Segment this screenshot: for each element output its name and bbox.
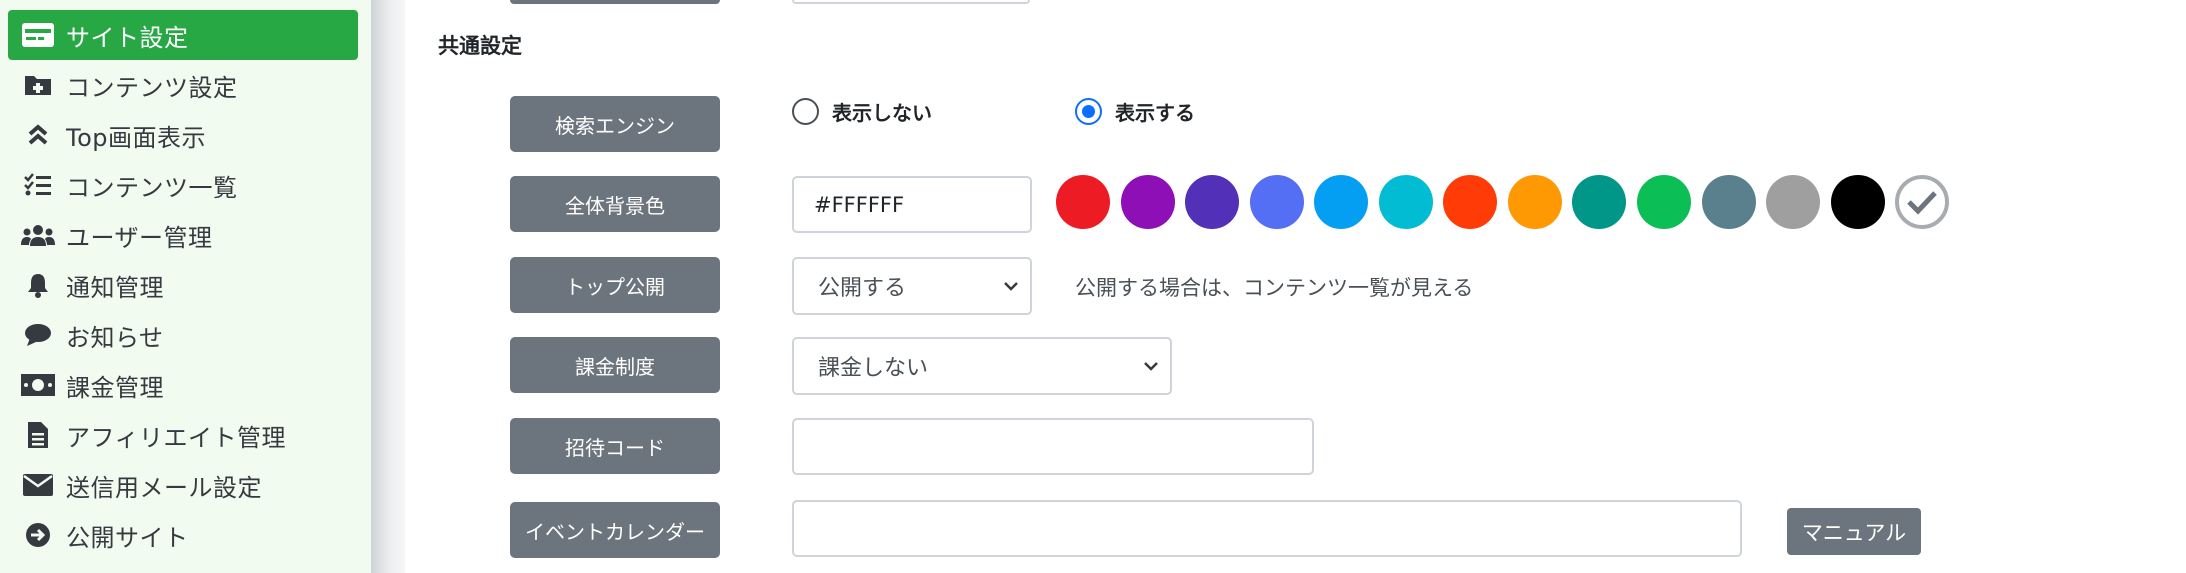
event-calendar-label: イベントカレンダー [510,502,720,558]
double-chevron-up-icon [20,119,56,151]
sidebar-item-public-site[interactable]: 公開サイト [8,510,358,560]
color-swatch-deep-purple[interactable] [1185,175,1239,229]
sidebar-item-billing-management[interactable]: 課金管理 [8,360,358,410]
color-swatch-orange-red[interactable] [1443,175,1497,229]
color-swatch-teal[interactable] [1572,175,1626,229]
event-calendar-input[interactable] [792,500,1742,557]
color-swatch-indigo[interactable] [1250,175,1304,229]
sidebar-item-content-settings[interactable]: コンテンツ設定 [8,60,358,110]
envelope-icon [20,469,56,501]
color-swatch-blue[interactable] [1314,175,1368,229]
color-swatch-white-selected[interactable] [1895,175,1949,229]
sidebar-item-label: Top画面表示 [66,123,206,152]
radio-hide-label: 表示しない [832,101,932,125]
top-publish-select[interactable]: 公開する [792,257,1032,315]
sidebar-item-notification-management[interactable]: 通知管理 [8,260,358,310]
sidebar-item-site-settings[interactable]: サイト設定 [8,10,358,60]
radio-show-circle[interactable] [1075,98,1102,125]
radio-hide[interactable]: 表示しない [792,97,932,126]
previous-field-input[interactable] [792,0,1030,4]
money-icon [20,369,56,401]
color-swatch-blue-gray[interactable] [1702,175,1756,229]
sidebar-divider [371,0,405,573]
sidebar-item-user-management[interactable]: ユーザー管理 [8,210,358,260]
main-content: 共通設定 検索エンジン 表示しない 表示する 全体背景色 #FFFFFF トップ… [405,0,2186,573]
folder-plus-icon [20,69,56,101]
sidebar-item-label: 課金管理 [66,373,164,402]
sidebar-item-label: 公開サイト [66,523,189,552]
checklist-icon [20,169,56,201]
color-swatch-orange[interactable] [1508,175,1562,229]
arrow-circle-right-icon [20,519,56,551]
chevron-down-icon [1144,362,1158,371]
radio-show[interactable]: 表示する [1075,97,1195,126]
top-publish-select-value: 公開する [818,276,907,301]
radio-show-label: 表示する [1115,101,1195,125]
background-color-label: 全体背景色 [510,176,720,232]
sidebar-item-label: 送信用メール設定 [66,473,262,502]
billing-label: 課金制度 [510,337,720,393]
previous-field-label [510,0,720,4]
sidebar-item-label: コンテンツ一覧 [66,173,238,202]
invite-code-label: 招待コード [510,418,720,474]
top-publish-label: トップ公開 [510,257,720,313]
color-swatch-cyan[interactable] [1379,175,1433,229]
sidebar-item-label: 通知管理 [66,273,164,302]
color-swatch-purple[interactable] [1121,175,1175,229]
sidebar-item-label: サイト設定 [66,23,189,52]
color-swatch-green[interactable] [1637,175,1691,229]
chevron-down-icon [1004,282,1018,291]
sidebar: サイト設定 コンテンツ設定 Top画面表示 コンテンツ一覧 ユーザー管理 通知管… [0,0,371,573]
background-color-input[interactable]: #FFFFFF [792,176,1032,233]
sidebar-item-top-display[interactable]: Top画面表示 [8,110,358,160]
section-title: 共通設定 [438,34,522,58]
color-swatch-red[interactable] [1056,175,1110,229]
sidebar-item-announcements[interactable]: お知らせ [8,310,358,360]
top-publish-help: 公開する場合は、コンテンツ一覧が見える [1075,276,1474,300]
check-icon [1907,191,1937,215]
bell-icon [20,269,56,301]
manual-button[interactable]: マニュアル [1787,508,1921,555]
chat-bubble-icon [20,319,56,351]
sidebar-item-label: お知らせ [66,323,164,352]
users-icon [20,219,56,251]
billing-select-value: 課金しない [818,356,929,381]
color-swatch-black[interactable] [1831,175,1885,229]
search-engine-label: 検索エンジン [510,96,720,152]
sidebar-item-affiliate-management[interactable]: アフィリエイト管理 [8,410,358,460]
color-swatch-gray[interactable] [1766,175,1820,229]
invite-code-input[interactable] [792,418,1314,475]
sidebar-item-label: コンテンツ設定 [66,73,238,102]
billing-select[interactable]: 課金しない [792,337,1172,395]
sidebar-item-mail-settings[interactable]: 送信用メール設定 [8,460,358,510]
document-icon [20,419,56,451]
radio-hide-circle[interactable] [792,98,819,125]
card-icon [20,19,56,51]
sidebar-item-label: ユーザー管理 [66,223,213,252]
sidebar-item-label: アフィリエイト管理 [66,423,287,452]
sidebar-item-content-list[interactable]: コンテンツ一覧 [8,160,358,210]
